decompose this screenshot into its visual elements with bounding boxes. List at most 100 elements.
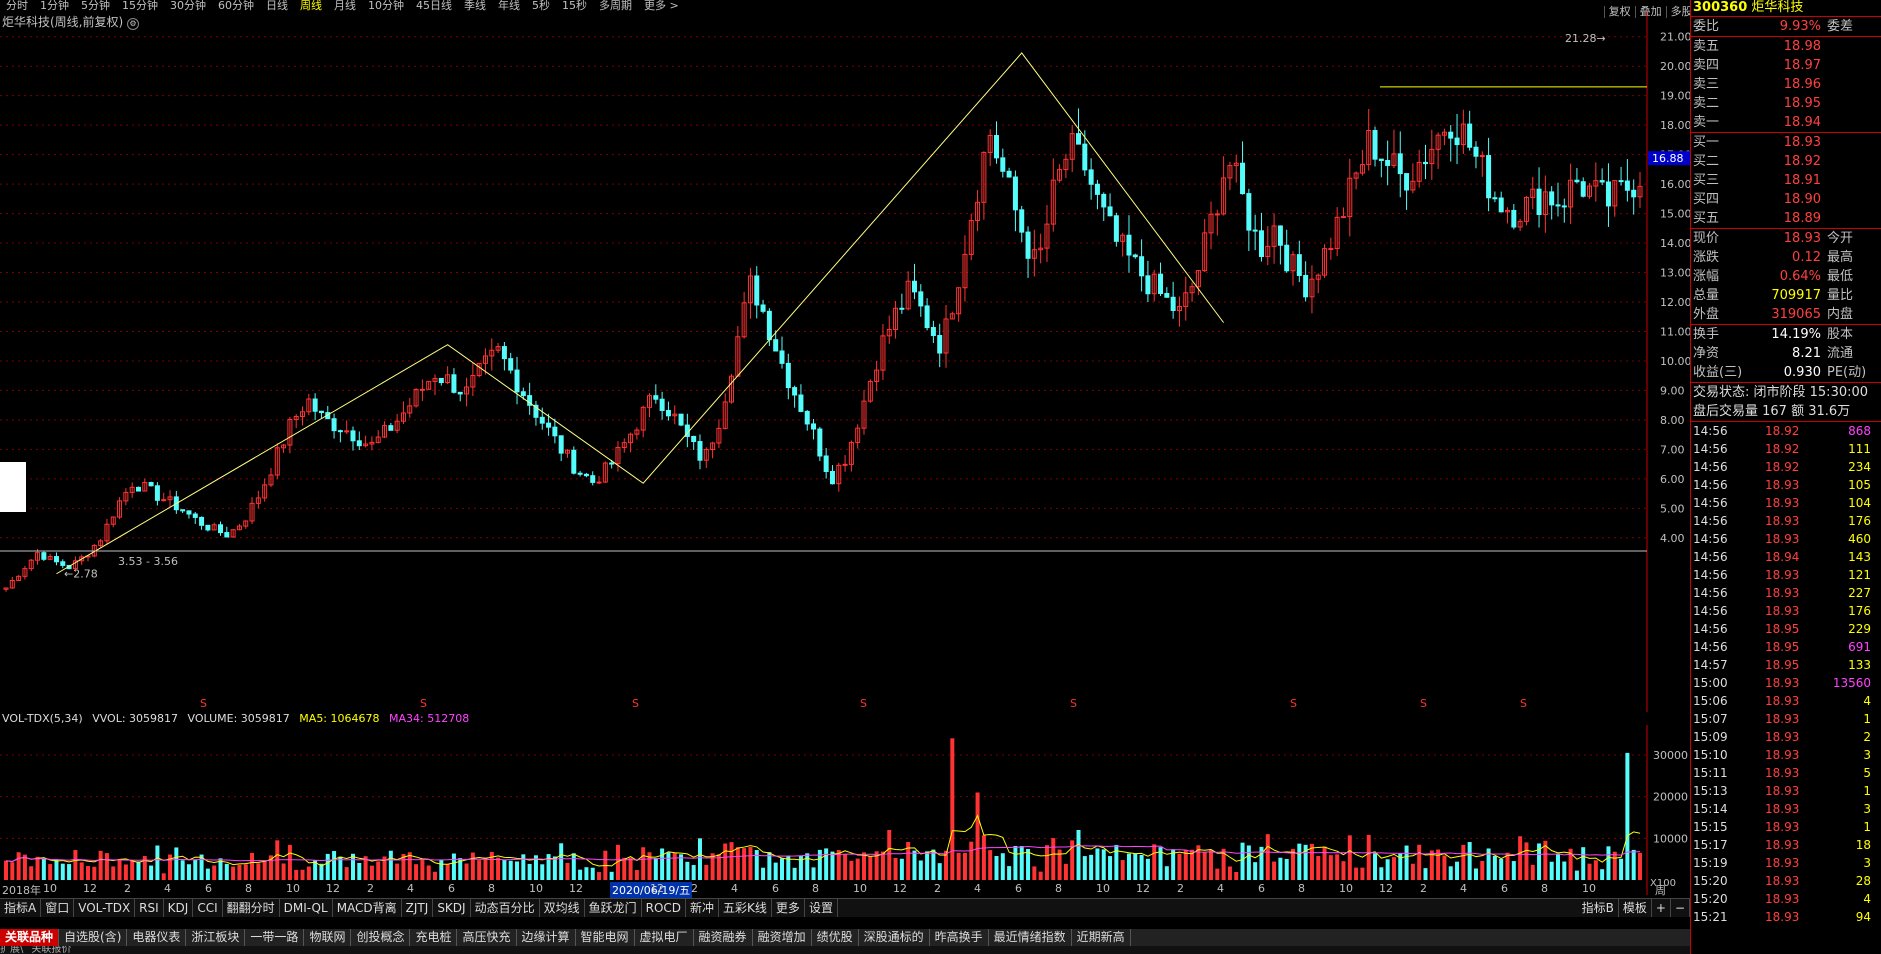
volume-bar <box>1026 848 1031 880</box>
indicator-right-button[interactable]: 模板 <box>1619 899 1652 917</box>
volume-bar <box>369 865 374 880</box>
indicator-tab[interactable]: ROCD <box>642 899 687 917</box>
sector-block[interactable]: 绩优股 <box>812 929 859 946</box>
timeframe-11[interactable]: 季线 <box>458 0 492 12</box>
buys-row[interactable]: 买三 18.91 <box>1691 171 1881 190</box>
timeframe-0[interactable]: 分时 <box>0 0 34 12</box>
sector-block[interactable]: 关联品种 <box>0 929 60 946</box>
indicator-tab[interactable]: ZJTJ <box>402 899 434 917</box>
volume-bar <box>1480 860 1485 880</box>
timeframe-4[interactable]: 30分钟 <box>164 0 212 12</box>
sector-block[interactable]: 充电桩 <box>410 929 458 946</box>
timeframe-5[interactable]: 60分钟 <box>212 0 260 12</box>
indicator-tab[interactable]: 新冲 <box>686 899 720 917</box>
sector-block[interactable]: 昨高换手 <box>930 929 989 946</box>
sector-block[interactable]: 自选股(含) <box>59 929 128 946</box>
indicator-tab[interactable]: KDJ <box>164 899 194 917</box>
sector-block[interactable]: 融资融券 <box>694 929 753 946</box>
volume-bar <box>1120 860 1125 880</box>
price-tick-label: 18.00 <box>1660 119 1690 132</box>
volume-bar <box>180 860 185 880</box>
sector-block[interactable]: 创投概念 <box>351 929 411 946</box>
volume-chart[interactable]: 300002000010000X100 <box>0 725 1690 895</box>
sector-block[interactable]: 最近情绪指数 <box>989 929 1072 946</box>
sector-block[interactable]: 近期新高 <box>1072 929 1131 946</box>
sector-block[interactable]: 边缘计算 <box>517 929 576 946</box>
buys-row[interactable]: 买四 18.90 <box>1691 190 1881 209</box>
sells-row[interactable]: 卖三 18.96 <box>1691 75 1881 94</box>
sector-block[interactable]: 智能电网 <box>576 929 635 946</box>
indicator-tab[interactable]: 翻翻分时 <box>223 899 280 917</box>
buys-row[interactable]: 买五 18.89 <box>1691 209 1881 228</box>
buys-row[interactable]: 买一 18.93 <box>1691 133 1881 152</box>
indicator-tab[interactable]: VOL-TDX <box>74 899 136 917</box>
indicator-tab[interactable]: CCI <box>193 899 223 917</box>
sector-block[interactable]: 虚拟电厂 <box>635 929 694 946</box>
candle-body <box>1574 179 1580 183</box>
timeframe-3[interactable]: 15分钟 <box>116 0 164 12</box>
tick-row: 14:56 18.93 105 <box>1691 476 1881 494</box>
indicator-tab[interactable]: 鱼跃龙门 <box>585 899 642 917</box>
timeframe-8[interactable]: 月线 <box>328 0 362 12</box>
sector-block[interactable]: 浙江板块 <box>186 929 246 946</box>
buys-row[interactable]: 买二 18.92 <box>1691 152 1881 171</box>
indicator-tab[interactable]: SKDJ <box>433 899 471 917</box>
sells-row[interactable]: 卖四 18.97 <box>1691 56 1881 75</box>
volume-bar <box>1076 830 1081 880</box>
volume-bar <box>98 850 103 880</box>
indicator-tab[interactable]: 指标A <box>0 899 42 917</box>
price-chart[interactable]: 21.0020.0019.0018.0017.0016.0015.0014.00… <box>0 12 1690 724</box>
indicator-tab[interactable]: 设置 <box>805 899 838 917</box>
volume-bar <box>691 865 696 880</box>
timeframe-9[interactable]: 10分钟 <box>362 0 410 12</box>
indicator-tab[interactable]: 双均线 <box>540 899 585 917</box>
candle-body <box>924 305 930 329</box>
sector-block[interactable]: 高压快充 <box>457 929 517 946</box>
indicator-tab[interactable]: 更多 <box>772 899 805 917</box>
indicator-right-button[interactable]: + <box>1652 899 1671 917</box>
sells-row[interactable]: 卖二 18.95 <box>1691 94 1881 113</box>
timeframe-7[interactable]: 周线 <box>294 0 328 12</box>
sector-block[interactable]: 融资增加 <box>753 929 812 946</box>
sector-block[interactable]: 深股通标的 <box>859 929 930 946</box>
sector-block[interactable]: 电器仪表 <box>127 929 187 946</box>
candle-body <box>312 398 318 412</box>
volume-bar <box>29 866 34 880</box>
volume-bar <box>445 864 450 880</box>
candle-body <box>539 416 545 424</box>
indicator-tab[interactable]: 窗口 <box>41 899 75 917</box>
after-hours: 盘后交易量 167 额 31.6万 <box>1691 402 1881 421</box>
timeframe-13[interactable]: 5秒 <box>526 0 556 12</box>
timeframe-10[interactable]: 45日线 <box>410 0 458 12</box>
volume-bar <box>742 848 747 880</box>
price-tick-label: 21.00 <box>1660 31 1690 44</box>
candle-body <box>180 509 186 512</box>
candle-body <box>993 135 999 159</box>
sells-row[interactable]: 卖一 18.94 <box>1691 113 1881 132</box>
timeframe-6[interactable]: 日线 <box>260 0 294 12</box>
indicator-right-button[interactable]: 指标B <box>1578 899 1619 917</box>
timeframe-16[interactable]: 更多 > <box>638 0 685 12</box>
sector-block[interactable]: 物联网 <box>304 929 352 946</box>
timeframe-14[interactable]: 15秒 <box>556 0 593 12</box>
indicator-tab[interactable]: 五彩K线 <box>719 899 772 917</box>
stat-label-right: 今开 <box>1827 231 1854 246</box>
timeframe-2[interactable]: 5分钟 <box>75 0 116 12</box>
indicator-tab[interactable]: 动态百分比 <box>471 899 540 917</box>
volume-bar <box>350 853 355 880</box>
vol-indicator-name[interactable]: VOL-TDX(5,34) <box>2 712 83 725</box>
timeframe-12[interactable]: 年线 <box>492 0 526 12</box>
indicator-tab[interactable]: MACD背离 <box>333 899 402 917</box>
sells-row[interactable]: 卖五 18.98 <box>1691 37 1881 56</box>
volume-bar <box>1518 836 1523 880</box>
candle-body <box>318 410 324 414</box>
bottom-tab[interactable]: 关联报价 <box>31 946 71 954</box>
ma5-value: MA5: 1064678 <box>299 712 380 725</box>
sector-block[interactable]: 一带一路 <box>245 929 305 946</box>
indicator-tab[interactable]: DMI-QL <box>280 899 333 917</box>
timeframe-15[interactable]: 多周期 <box>593 0 638 12</box>
indicator-tab[interactable]: RSI <box>135 899 164 917</box>
timeframe-1[interactable]: 1分钟 <box>34 0 75 12</box>
bottom-tab[interactable]: 扩展\ <box>0 946 23 954</box>
indicator-right-button[interactable]: − <box>1671 899 1690 917</box>
